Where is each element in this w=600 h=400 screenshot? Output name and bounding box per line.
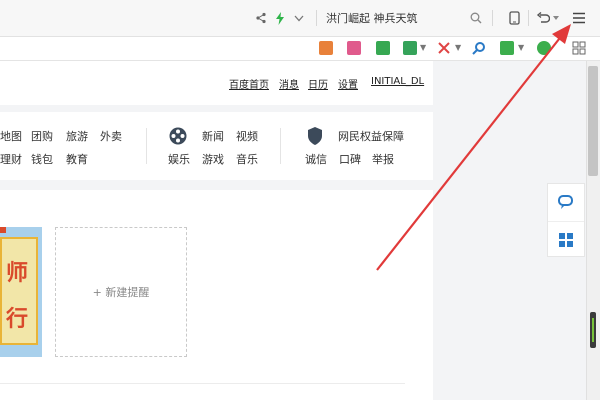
nav-link-baidu-home[interactable]: 百度首页 bbox=[229, 76, 269, 91]
chat-icon[interactable] bbox=[548, 184, 584, 220]
category-link-reputation[interactable]: 口碑 bbox=[339, 151, 361, 167]
shield-icon bbox=[306, 126, 324, 149]
category-link-news[interactable]: 新闻 bbox=[202, 128, 224, 144]
new-reminder-label: + 新建提醒 bbox=[92, 286, 150, 299]
side-widget-panel bbox=[547, 183, 585, 257]
category-link-games[interactable]: 游戏 bbox=[202, 151, 224, 167]
caret-down-icon[interactable]: ▼ bbox=[420, 43, 426, 52]
undo-icon[interactable] bbox=[535, 9, 551, 27]
category-link-report[interactable]: 举报 bbox=[372, 151, 394, 167]
share-icon[interactable] bbox=[254, 9, 268, 27]
side-handle[interactable] bbox=[590, 312, 596, 348]
menu-icon[interactable] bbox=[570, 9, 588, 27]
tablet-icon[interactable] bbox=[506, 9, 522, 27]
category-link-music[interactable]: 音乐 bbox=[236, 151, 258, 167]
toolbar-divider bbox=[316, 10, 317, 26]
bookmark-icon[interactable] bbox=[347, 41, 361, 55]
category-divider bbox=[280, 128, 281, 164]
caret-down-icon[interactable]: ▼ bbox=[518, 43, 524, 52]
category-link-groupbuy[interactable]: 团购 bbox=[31, 128, 53, 144]
add-icon[interactable] bbox=[403, 41, 417, 55]
shield-icon[interactable] bbox=[537, 41, 551, 55]
promo-char: 行 bbox=[6, 307, 29, 332]
chevron-down-icon[interactable] bbox=[292, 9, 306, 27]
browser-toolbar: 洪门崛起 神兵天筑 bbox=[0, 0, 600, 37]
top-nav: 百度首页 消息 日历 设置 INITIAL_DL bbox=[0, 61, 433, 105]
toolbar-divider bbox=[492, 10, 493, 26]
apps-icon[interactable] bbox=[572, 41, 586, 55]
tv-icon[interactable] bbox=[319, 41, 333, 55]
category-link-travel[interactable]: 旅游 bbox=[66, 128, 88, 144]
book-icon[interactable] bbox=[376, 41, 390, 55]
promo-corner bbox=[0, 227, 6, 233]
category-link-finance[interactable]: 理财 bbox=[0, 151, 22, 167]
promo-thumbnail[interactable]: 师 行 bbox=[0, 227, 42, 357]
category-link-wallet[interactable]: 钱包 bbox=[31, 151, 53, 167]
category-link-education[interactable]: 教育 bbox=[66, 151, 88, 167]
toolbar-divider bbox=[528, 10, 529, 26]
category-card: 地图 团购 旅游 外卖 理财 钱包 教育 新闻 视频 娱乐 游戏 音乐 网民权益… bbox=[0, 112, 433, 180]
category-link-integrity[interactable]: 诚信 bbox=[305, 151, 327, 167]
hot-news-text[interactable]: 洪门崛起 神兵天筑 bbox=[326, 10, 418, 26]
category-divider bbox=[146, 128, 147, 164]
category-link-takeout[interactable]: 外卖 bbox=[100, 128, 122, 144]
extension-bar: ▼ ▼ ▼ bbox=[0, 37, 600, 61]
lightning-icon[interactable] bbox=[273, 9, 287, 27]
grid-icon[interactable] bbox=[548, 221, 584, 257]
caret-down-icon[interactable]: ▼ bbox=[455, 43, 461, 52]
gamepad-icon[interactable] bbox=[500, 41, 514, 55]
category-link-video[interactable]: 视频 bbox=[236, 128, 258, 144]
content-divider bbox=[0, 383, 405, 384]
search-icon[interactable] bbox=[468, 9, 484, 27]
search-icon[interactable] bbox=[472, 41, 486, 55]
scissors-icon[interactable] bbox=[437, 41, 451, 55]
category-link-rights[interactable]: 网民权益保障 bbox=[338, 128, 404, 144]
category-link-entertainment[interactable]: 娱乐 bbox=[168, 151, 190, 167]
category-link-map[interactable]: 地图 bbox=[0, 128, 22, 144]
new-reminder-card[interactable]: + 新建提醒 bbox=[55, 227, 187, 357]
undo-dropdown-icon[interactable] bbox=[552, 9, 560, 27]
scrollbar-thumb[interactable] bbox=[588, 66, 598, 176]
nav-link-messages[interactable]: 消息 bbox=[279, 76, 299, 91]
nav-link-user[interactable]: INITIAL_DL bbox=[371, 76, 424, 87]
nav-link-calendar[interactable]: 日历 bbox=[308, 76, 328, 91]
nav-link-settings[interactable]: 设置 bbox=[338, 76, 358, 91]
promo-char: 师 bbox=[6, 261, 29, 286]
film-reel-icon bbox=[168, 126, 188, 149]
